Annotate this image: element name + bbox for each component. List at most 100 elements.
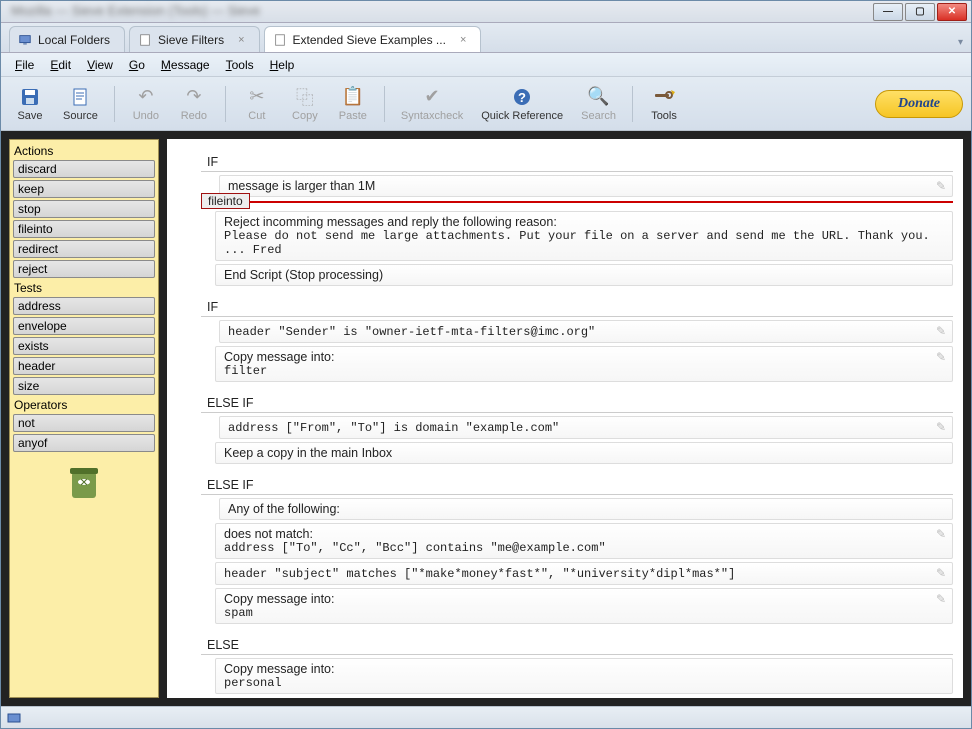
main-area: Actions discard keep stop fileinto redir… [1,131,971,706]
pencil-icon[interactable]: ✎ [936,592,946,606]
copy-button[interactable]: ⿻ Copy [284,84,326,124]
sidebar-item-envelope[interactable]: envelope [13,317,155,335]
sidebar-item-stop[interactable]: stop [13,200,155,218]
document-icon [273,33,287,47]
quick-reference-button[interactable]: ? Quick Reference [475,84,569,124]
paste-button[interactable]: 📋 Paste [332,84,374,124]
headermatch-row[interactable]: header "subject" matches ["*make*money*f… [215,562,953,585]
tab-close-icon[interactable]: × [460,34,466,46]
if-label[interactable]: IF [201,298,953,317]
help-icon: ? [511,86,533,108]
tab-close-icon[interactable]: × [238,34,244,46]
action-body: personal [224,676,944,690]
redo-button[interactable]: ↷ Redo [173,84,215,124]
anyof-text: Any of the following: [228,502,340,516]
donate-button[interactable]: Donate [875,90,963,118]
sidebar-item-exists[interactable]: exists [13,337,155,355]
pencil-icon[interactable]: ✎ [936,179,946,193]
sidebar-item-address[interactable]: address [13,297,155,315]
if-label[interactable]: IF [201,153,953,172]
tab-local-folders[interactable]: Local Folders [9,26,125,52]
save-icon [19,86,41,108]
endscript-row[interactable]: End Script (Stop processing) [215,264,953,286]
trash-icon[interactable] [62,463,106,503]
tool-label: Paste [339,110,367,122]
toolbar-separator [114,86,115,122]
notmatch-body: address ["To", "Cc", "Bcc"] contains "me… [224,541,944,555]
action-row[interactable]: Copy message into: personal [215,658,953,694]
monitor-icon [18,33,32,47]
cut-button[interactable]: ✂ Cut [236,84,278,124]
rule-block-1: IF message is larger than 1M ✎ fileinto … [201,153,963,286]
tab-sieve-filters[interactable]: Sieve Filters × [129,26,259,52]
tools-button[interactable]: Tools [643,84,685,124]
elseif-label[interactable]: ELSE IF [201,394,953,413]
paste-icon: 📋 [342,86,364,108]
menu-message[interactable]: Message [155,56,216,74]
maximize-button[interactable]: ▢ [905,3,935,21]
tool-label: Tools [651,110,677,122]
sidebar-item-discard[interactable]: discard [13,160,155,178]
minimize-button[interactable]: — [873,3,903,21]
tool-label: Syntaxcheck [401,110,463,122]
notmatch-row[interactable]: does not match: address ["To", "Cc", "Bc… [215,523,953,559]
tool-label: Save [17,110,42,122]
condition-row[interactable]: header "Sender" is "owner-ietf-mta-filte… [219,320,953,343]
menu-file[interactable]: File [9,56,40,74]
sidebar-head-tests: Tests [13,279,155,296]
source-button[interactable]: Source [57,84,104,124]
svg-text:?: ? [518,90,526,105]
tool-label: Undo [133,110,159,122]
tab-dropdown-icon[interactable]: ▾ [958,37,963,48]
sidebar-item-keep[interactable]: keep [13,180,155,198]
sidebar-item-redirect[interactable]: redirect [13,240,155,258]
search-button[interactable]: 🔍 Search [575,84,622,124]
pencil-icon[interactable]: ✎ [936,566,946,580]
pencil-icon[interactable]: ✎ [936,350,946,364]
tab-row: Local Folders Sieve Filters × Extended S… [1,23,971,53]
undo-button[interactable]: ↶ Undo [125,84,167,124]
action-row[interactable]: Keep a copy in the main Inbox [215,442,953,464]
notmatch-head: does not match: [224,527,944,541]
menu-tools[interactable]: Tools [220,56,260,74]
sidebar-item-size[interactable]: size [13,377,155,395]
menu-view[interactable]: View [81,56,119,74]
else-label[interactable]: ELSE [201,636,953,655]
sidebar-item-anyof[interactable]: anyof [13,434,155,452]
sidebar-item-reject[interactable]: reject [13,260,155,278]
condition-text: message is larger than 1M [228,179,375,193]
menu-go[interactable]: Go [123,56,151,74]
menu-help[interactable]: Help [264,56,301,74]
condition-row[interactable]: address ["From", "To"] is domain "exampl… [219,416,953,439]
menubar: File Edit View Go Message Tools Help [1,53,971,77]
copy-icon: ⿻ [294,86,316,108]
document-icon [138,33,152,47]
tab-nav: ▾ [958,37,963,52]
cut-icon: ✂ [246,86,268,108]
syntaxcheck-button[interactable]: ✔ Syntaxcheck [395,84,469,124]
anyof-row[interactable]: Any of the following: [219,498,953,520]
tool-label: Cut [248,110,265,122]
pencil-icon[interactable]: ✎ [936,420,946,434]
drag-chip[interactable]: fileinto [201,193,250,209]
elseif-label[interactable]: ELSE IF [201,476,953,495]
sidebar-item-fileinto[interactable]: fileinto [13,220,155,238]
tab-label: Extended Sieve Examples ... [293,33,446,47]
tab-extended-examples[interactable]: Extended Sieve Examples ... × [264,26,482,52]
pencil-icon[interactable]: ✎ [936,324,946,338]
reject-row[interactable]: Reject incomming messages and reply the … [215,211,953,261]
sidebar-item-not[interactable]: not [13,414,155,432]
action-row[interactable]: Copy message into: filter ✎ [215,346,953,382]
pencil-icon[interactable]: ✎ [936,527,946,541]
condition-row[interactable]: message is larger than 1M ✎ [219,175,953,197]
action-row[interactable]: Copy message into: spam ✎ [215,588,953,624]
rule-block-3: ELSE IF address ["From", "To"] is domain… [201,394,963,464]
sidebar-item-header[interactable]: header [13,357,155,375]
close-button[interactable]: ✕ [937,3,967,21]
save-button[interactable]: Save [9,84,51,124]
titlebar-blur-text: Mozilla — Sieve Extension (Tools) — Siev… [11,3,511,17]
tool-label: Redo [181,110,207,122]
action-head: Copy message into: [224,592,944,606]
drop-indicator-line [215,201,953,203]
menu-edit[interactable]: Edit [44,56,77,74]
